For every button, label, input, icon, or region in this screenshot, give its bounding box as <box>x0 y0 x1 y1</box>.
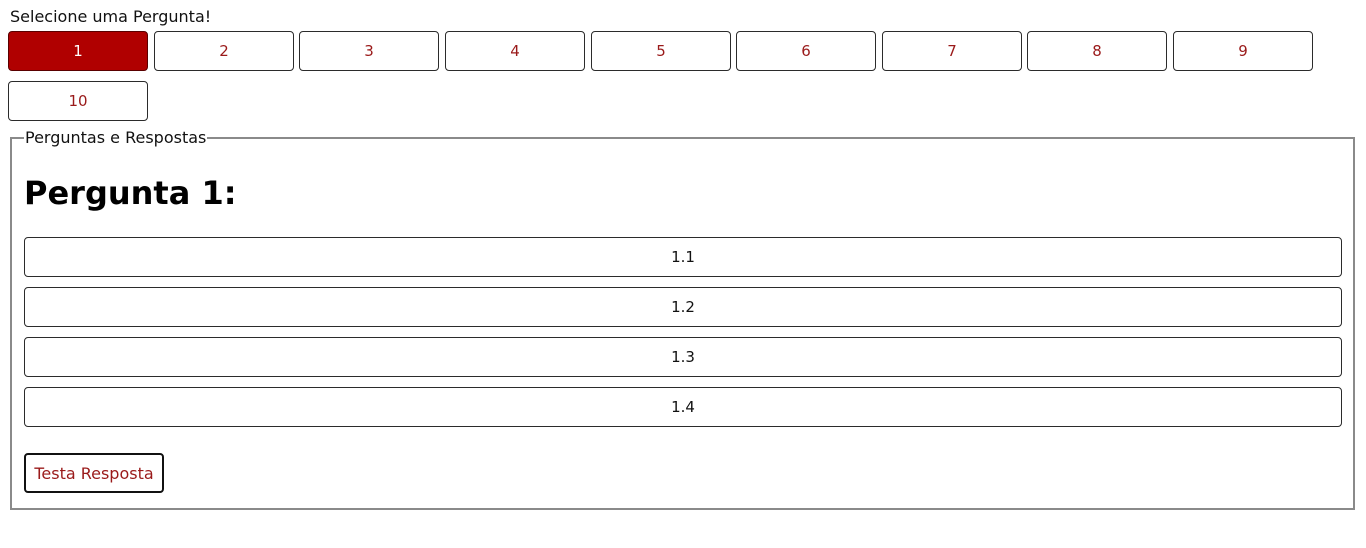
answer-option-3[interactable]: 1.3 <box>24 337 1342 377</box>
question-button-7[interactable]: 7 <box>882 31 1022 71</box>
answer-option-2[interactable]: 1.2 <box>24 287 1342 327</box>
question-button-2[interactable]: 2 <box>154 31 294 71</box>
question-button-1[interactable]: 1 <box>8 31 148 71</box>
question-button-9[interactable]: 9 <box>1173 31 1313 71</box>
question-button-5[interactable]: 5 <box>591 31 731 71</box>
question-button-4[interactable]: 4 <box>445 31 585 71</box>
answer-option-4[interactable]: 1.4 <box>24 387 1342 427</box>
question-button-6[interactable]: 6 <box>736 31 876 71</box>
question-button-8[interactable]: 8 <box>1027 31 1167 71</box>
answer-option-1[interactable]: 1.1 <box>24 237 1342 277</box>
quiz-page: Selecione uma Pergunta! 1 2 3 4 5 6 7 8 … <box>0 0 1366 548</box>
select-question-label: Selecione uma Pergunta! <box>10 7 212 26</box>
question-button-3[interactable]: 3 <box>299 31 439 71</box>
test-answer-button[interactable]: Testa Resposta <box>24 453 164 493</box>
panel-legend: Perguntas e Respostas <box>25 128 207 147</box>
question-title: Pergunta 1: <box>24 174 237 212</box>
question-button-10[interactable]: 10 <box>8 81 148 121</box>
